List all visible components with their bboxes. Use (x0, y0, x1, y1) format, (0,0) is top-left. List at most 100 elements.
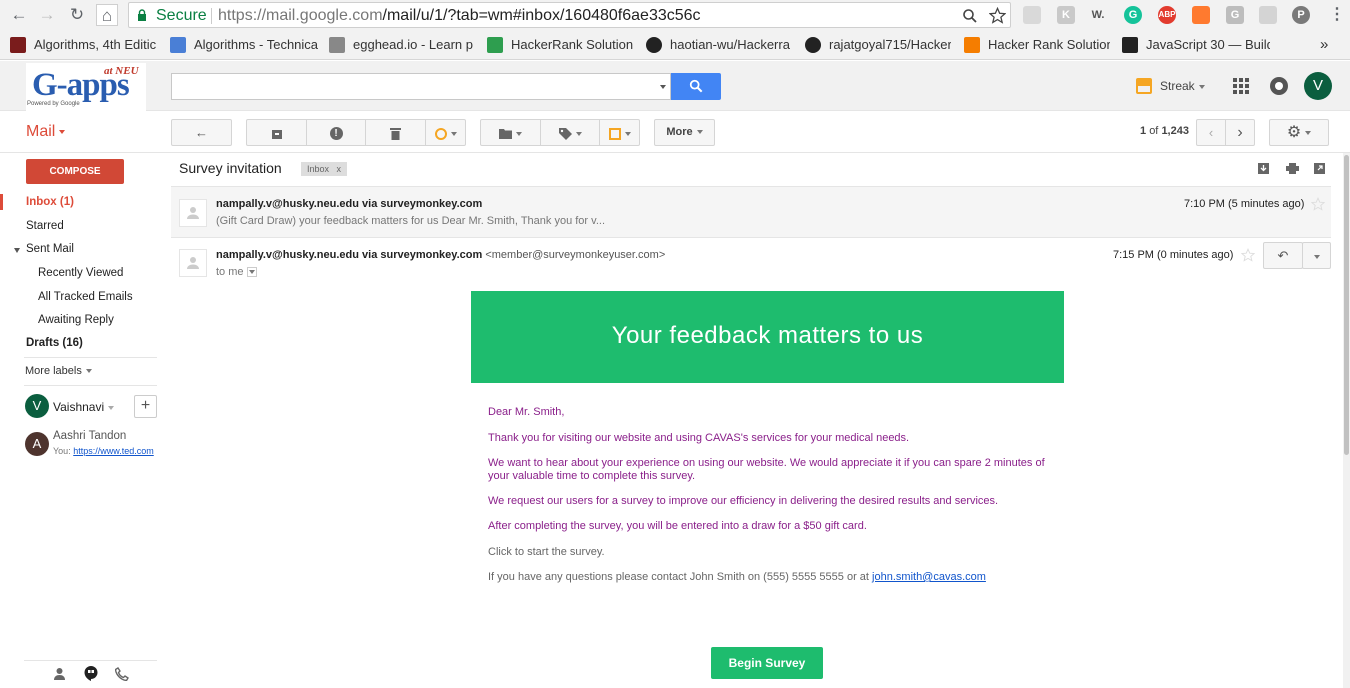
sidebar-item-recently-viewed[interactable]: Recently Viewed (38, 267, 123, 279)
menu-kebab-icon[interactable]: ⋮ (1326, 4, 1348, 26)
extension-icon[interactable] (1023, 6, 1041, 24)
back-icon[interactable]: ← (8, 4, 30, 26)
sidebar-item-starred[interactable]: Starred (26, 220, 64, 232)
new-window-icon[interactable] (1314, 163, 1325, 174)
search-icon (689, 79, 703, 93)
search-button[interactable] (671, 73, 721, 100)
back-to-inbox-button[interactable]: ← (171, 119, 232, 146)
apps-grid-icon[interactable] (1233, 78, 1249, 94)
newer-button[interactable]: ‹ (1196, 119, 1226, 146)
snooze-icon (434, 127, 447, 140)
bookmark-item[interactable]: Algorithms, 4th Editic (10, 36, 158, 54)
begin-survey-button[interactable]: Begin Survey (711, 647, 823, 679)
download-icon[interactable] (1258, 163, 1269, 174)
contact-email-link[interactable]: john.smith@cavas.com (872, 571, 986, 583)
bookmark-item[interactable]: egghead.io - Learn p (329, 36, 475, 54)
gapps-logo[interactable]: G-apps at NEU Powered by Google (26, 63, 146, 111)
bookmark-item[interactable]: haotian-wu/Hackerra (646, 36, 792, 54)
recipient-line[interactable]: to me (216, 266, 257, 278)
more-labels-button[interactable]: More labels (25, 365, 92, 377)
remove-label-button[interactable]: x (337, 164, 342, 174)
sidebar-item-sent[interactable]: Sent Mail (26, 243, 74, 255)
add-contact-button[interactable]: + (134, 395, 157, 418)
mail-switcher[interactable]: Mail (26, 123, 66, 141)
address-bar[interactable]: Secure https://mail.google.com/mail/u/1/… (128, 2, 1011, 28)
labels-button[interactable] (540, 119, 600, 146)
hangouts-icon[interactable] (84, 666, 98, 681)
home-icon[interactable]: ⌂ (96, 4, 118, 26)
more-actions-button[interactable] (1302, 242, 1331, 269)
extension-icon[interactable] (1192, 6, 1210, 24)
streak-menu[interactable]: Streak (1160, 79, 1205, 93)
adblock-icon[interactable]: ABP (1158, 6, 1176, 24)
move-to-button[interactable] (480, 119, 541, 146)
forward-icon[interactable]: → (36, 4, 58, 26)
more-button[interactable]: More (654, 119, 715, 146)
account-avatar[interactable]: V (1304, 72, 1332, 100)
collapse-arrow-icon[interactable] (14, 248, 20, 253)
bookmark-item[interactable]: HackerRank Solution (487, 36, 633, 54)
pinterest-icon[interactable]: P (1292, 6, 1310, 24)
snooze-button[interactable] (425, 119, 466, 146)
bookmark-item[interactable]: rajatgoyal715/Hacker (805, 36, 951, 54)
extension-icon[interactable]: K (1057, 6, 1075, 24)
sidebar-item-awaiting-reply[interactable]: Awaiting Reply (38, 314, 114, 326)
gear-icon: ⚙ (1286, 124, 1302, 141)
notifications-icon[interactable] (1270, 77, 1288, 95)
bookmarks-overflow-button[interactable]: » (1320, 36, 1334, 54)
extension-icon[interactable] (1259, 6, 1277, 24)
zoom-icon[interactable] (962, 8, 978, 24)
delete-button[interactable] (365, 119, 426, 146)
details-toggle[interactable] (246, 267, 257, 278)
phone-icon[interactable] (115, 667, 129, 681)
hangouts-user[interactable]: Vaishnavi (53, 400, 115, 414)
contact-name[interactable]: Aashri Tandon (53, 430, 126, 442)
print-icon[interactable] (1286, 163, 1299, 174)
sender-avatar (179, 249, 207, 277)
inbox-label-chip: Inbox x (301, 162, 348, 176)
url-text[interactable]: https://mail.google.com/mail/u/1/?tab=wm… (218, 7, 701, 25)
search-options-icon[interactable] (660, 85, 666, 89)
extension-icon[interactable]: W. (1089, 6, 1107, 24)
search-input[interactable] (171, 73, 671, 100)
lock-icon (138, 9, 146, 21)
hangouts-avatar[interactable]: V (25, 394, 49, 418)
active-indicator (0, 194, 3, 210)
grammarly-icon[interactable]: G (1124, 6, 1142, 24)
contact-link[interactable]: https://www.ted.com (73, 446, 154, 456)
email-banner: Your feedback matters to us (471, 291, 1064, 383)
person-icon[interactable] (53, 667, 66, 680)
collapsed-message[interactable]: nampally.v@husky.neu.edu via surveymonke… (171, 186, 1331, 238)
banner-heading: Your feedback matters to us (611, 322, 924, 349)
folder-icon (499, 129, 512, 140)
sidebar-item-drafts[interactable]: Drafts (16) (26, 337, 83, 349)
email-paragraph: Click to start the survey. (488, 546, 605, 558)
browser-toolbar: ← → ↻ ⌂ Secure https://mail.google.com/m… (0, 0, 1350, 30)
thread-subject: Survey invitation (179, 160, 282, 176)
bookmark-star-icon[interactable] (989, 7, 1006, 24)
older-button[interactable]: › (1225, 119, 1255, 146)
settings-button[interactable]: ⚙ (1269, 119, 1329, 146)
chevron-left-icon: ‹ (1208, 125, 1214, 140)
bookmark-item[interactable]: JavaScript 30 — Build (1122, 36, 1270, 54)
sidebar-item-all-tracked[interactable]: All Tracked Emails (38, 291, 133, 303)
streak-box-button[interactable] (599, 119, 640, 146)
email-paragraph: Thank you for visiting our website and u… (488, 432, 910, 444)
archive-button[interactable] (246, 119, 307, 146)
bookmark-item[interactable]: Algorithms - Technica (170, 36, 318, 54)
scrollbar-thumb[interactable] (1344, 155, 1349, 455)
label-tag-icon (558, 127, 572, 140)
contact-avatar[interactable]: A (25, 432, 49, 456)
mail-toolbar: Mail ← ! More 1 of 1,243 ‹ › ⚙ (0, 111, 1350, 153)
pagination-count: 1 of 1,243 (1140, 125, 1189, 137)
report-spam-button[interactable]: ! (306, 119, 366, 146)
star-icon[interactable] (1311, 197, 1325, 211)
sidebar-item-inbox[interactable]: Inbox (1) (26, 196, 74, 208)
bookmark-item[interactable]: Hacker Rank Solution (964, 36, 1110, 54)
extension-icon[interactable]: G (1226, 6, 1244, 24)
reply-button[interactable]: ↶ (1263, 242, 1303, 269)
star-icon[interactable] (1241, 248, 1255, 262)
scrollbar[interactable] (1343, 153, 1350, 688)
reload-icon[interactable]: ↻ (66, 4, 88, 26)
compose-button[interactable]: COMPOSE (26, 159, 124, 184)
